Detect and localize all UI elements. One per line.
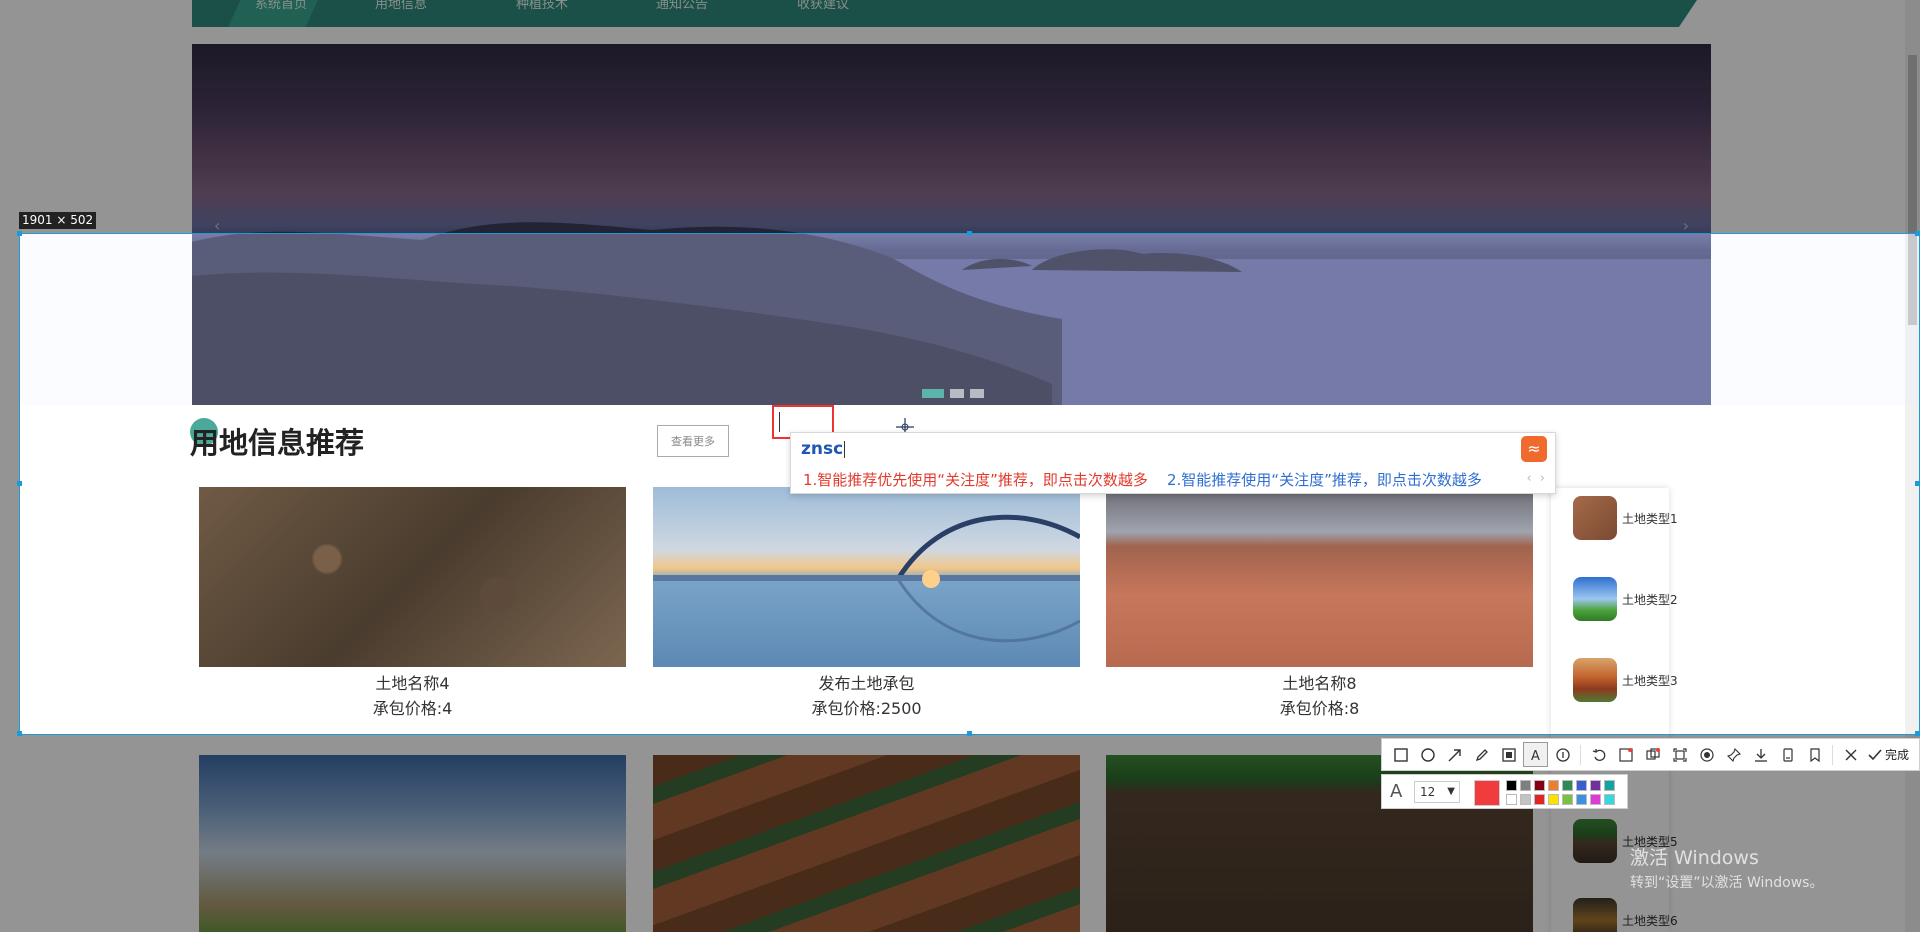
pin-icon[interactable] xyxy=(1721,742,1746,767)
color-swatch[interactable] xyxy=(1534,780,1545,791)
arrow-icon[interactable] xyxy=(1442,742,1467,767)
font-size-value: 12 xyxy=(1420,785,1436,799)
ime-candidate-2[interactable]: 2.智能推荐使用“关注度”推荐，即点击次数越多 xyxy=(1167,469,1519,490)
download-icon[interactable] xyxy=(1748,742,1773,767)
ime-candidate-1[interactable]: 1.智能推荐优先使用“关注度”推荐，即点击次数越多 xyxy=(803,469,1155,490)
resize-handle[interactable] xyxy=(1915,231,1920,236)
resize-handle[interactable] xyxy=(17,481,22,486)
selection-size-label: 1901 × 502 xyxy=(19,212,97,229)
font-size-select[interactable]: 12 ▼ xyxy=(1414,781,1460,803)
capture-toolbar: A 完成 xyxy=(1381,738,1920,771)
pencil-icon[interactable] xyxy=(1469,742,1494,767)
text-style-bar: A 12 ▼ xyxy=(1381,774,1628,809)
color-swatch[interactable] xyxy=(1520,794,1531,805)
save-icon[interactable] xyxy=(1775,742,1800,767)
text-caret xyxy=(779,412,780,432)
color-swatch[interactable] xyxy=(1604,794,1615,805)
resize-handle[interactable] xyxy=(1915,481,1920,486)
ocr-icon[interactable] xyxy=(1613,742,1638,767)
color-swatch[interactable] xyxy=(1548,794,1559,805)
color-swatch[interactable] xyxy=(1548,780,1559,791)
rectangle-icon[interactable] xyxy=(1388,742,1413,767)
color-swatch[interactable] xyxy=(1534,794,1545,805)
color-swatch[interactable] xyxy=(1520,780,1531,791)
color-swatch[interactable] xyxy=(1562,794,1573,805)
dim-overlay-top xyxy=(0,0,1920,233)
ime-candidate-window: znsc ≈ 1.智能推荐优先使用“关注度”推荐，即点击次数越多 2.智能推荐使… xyxy=(790,432,1556,494)
color-swatch[interactable] xyxy=(1506,794,1517,805)
bookmark-icon[interactable] xyxy=(1802,742,1827,767)
activate-subtitle: 转到“设置”以激活 Windows。 xyxy=(1630,875,1824,891)
chevron-down-icon: ▼ xyxy=(1447,786,1455,797)
text-icon[interactable]: A xyxy=(1523,742,1548,767)
number-icon[interactable] xyxy=(1550,742,1575,767)
resize-handle[interactable] xyxy=(967,231,972,236)
color-swatch[interactable] xyxy=(1590,794,1601,805)
color-swatch[interactable] xyxy=(1590,780,1601,791)
color-swatch[interactable] xyxy=(1576,780,1587,791)
font-icon: A xyxy=(1390,781,1403,802)
resize-handle[interactable] xyxy=(17,731,22,736)
ime-composition-text: znsc xyxy=(801,439,844,459)
activate-title: 激活 Windows xyxy=(1630,847,1759,869)
svg-text:A: A xyxy=(1531,749,1540,762)
color-swatch[interactable] xyxy=(1604,780,1615,791)
record-icon[interactable] xyxy=(1694,742,1719,767)
mosaic-icon[interactable] xyxy=(1496,742,1521,767)
ime-page-nav[interactable]: ‹ › xyxy=(1526,471,1547,486)
close-icon[interactable] xyxy=(1838,742,1863,767)
ellipse-icon[interactable] xyxy=(1415,742,1440,767)
check-icon xyxy=(1868,748,1882,760)
color-swatch[interactable] xyxy=(1562,780,1573,791)
long-capture-icon[interactable] xyxy=(1667,742,1692,767)
color-swatch[interactable] xyxy=(1576,794,1587,805)
ime-logo-icon[interactable]: ≈ xyxy=(1521,436,1547,462)
ime-composition: znsc xyxy=(801,439,846,459)
done-button[interactable]: 完成 xyxy=(1868,746,1909,763)
translate-icon[interactable] xyxy=(1640,742,1665,767)
done-label: 完成 xyxy=(1885,748,1910,762)
resize-handle[interactable] xyxy=(1915,731,1920,736)
undo-icon[interactable] xyxy=(1586,742,1611,767)
resize-handle[interactable] xyxy=(967,731,972,736)
color-swatch[interactable] xyxy=(1506,780,1517,791)
resize-handle[interactable] xyxy=(17,231,22,236)
current-color-swatch[interactable] xyxy=(1474,780,1500,806)
windows-activation-watermark: 激活 Windows 转到“设置”以激活 Windows。 xyxy=(1630,843,1823,892)
